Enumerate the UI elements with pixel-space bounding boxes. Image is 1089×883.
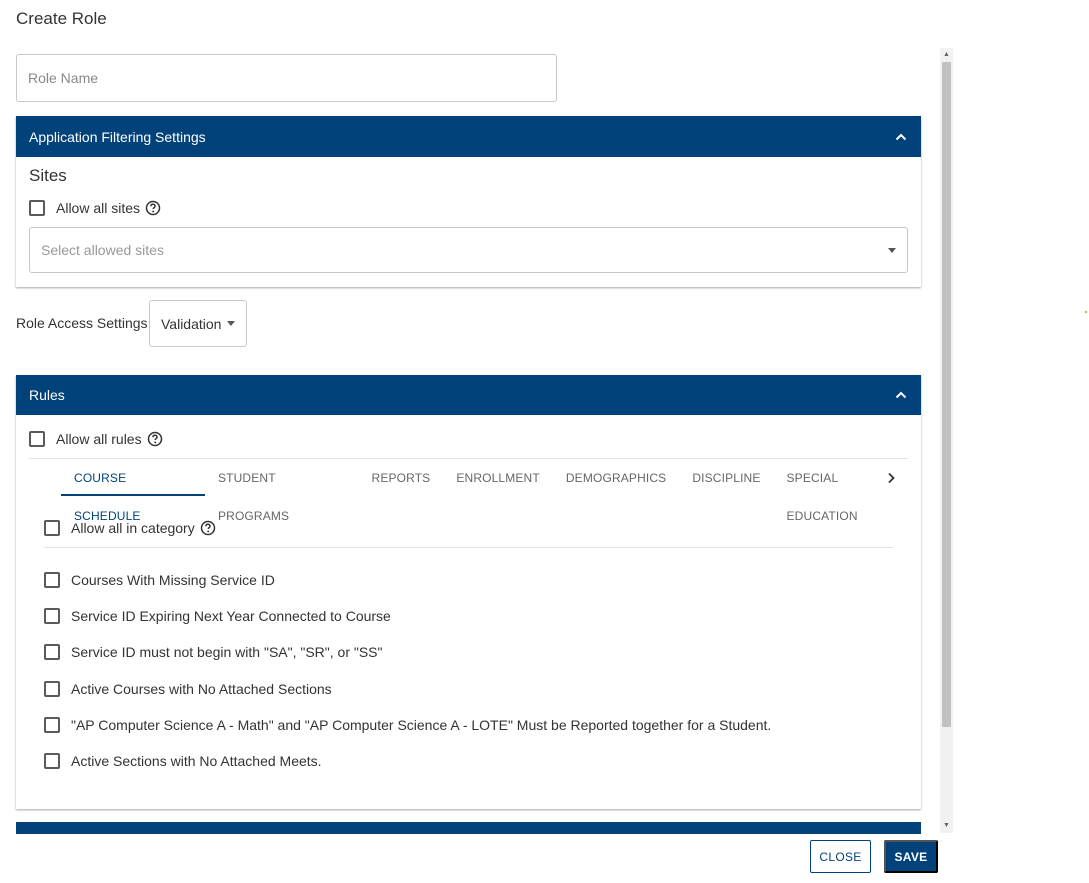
tab-discipline[interactable]: DISCIPLINE (679, 459, 773, 496)
tab-special-education[interactable]: SPECIAL EDUCATION (774, 459, 921, 523)
rule-checkbox[interactable] (44, 753, 60, 769)
decorative-dot (1085, 311, 1087, 313)
rule-label: "AP Computer Science A - Math" and "AP C… (71, 717, 772, 733)
allow-all-sites-label: Allow all sites (56, 200, 141, 216)
rule-item: "AP Computer Science A - Math" and "AP C… (44, 717, 771, 733)
chevron-up-icon[interactable] (894, 130, 908, 144)
close-button[interactable]: CLOSE (810, 840, 871, 873)
app-filtering-panel: Application Filtering Settings Sites All… (16, 116, 921, 287)
rule-checkbox[interactable] (44, 608, 60, 624)
allow-all-category-row: Allow all in category (44, 520, 216, 536)
app-filtering-title: Application Filtering Settings (29, 128, 206, 145)
role-access-label: Role Access Settings (16, 315, 148, 331)
tab-enrollment[interactable]: ENROLLMENT (443, 459, 553, 496)
tab-course-schedule[interactable]: COURSE SCHEDULE (61, 459, 205, 523)
next-panel-header[interactable] (16, 822, 921, 834)
rules-panel: Rules Allow all rules COURSE SCHEDULE ST… (16, 375, 921, 809)
divider (44, 547, 893, 548)
scroll-up-icon[interactable]: ▲ (940, 48, 953, 62)
tab-reports[interactable]: REPORTS (359, 459, 444, 496)
help-icon[interactable] (200, 520, 216, 536)
rule-label: Courses With Missing Service ID (71, 572, 275, 588)
rule-label: Active Sections with No Attached Meets. (71, 753, 322, 769)
rule-checkbox[interactable] (44, 572, 60, 588)
chevron-right-icon[interactable] (887, 471, 897, 485)
rule-label: Service ID must not begin with "SA", "SR… (71, 644, 383, 660)
rule-item: Active Sections with No Attached Meets. (44, 753, 322, 769)
caret-down-icon (227, 321, 236, 326)
allow-all-rules-checkbox[interactable] (29, 431, 45, 447)
allow-all-rules-row: Allow all rules (29, 431, 163, 447)
rule-item: Service ID must not begin with "SA", "SR… (44, 644, 383, 660)
allow-all-category-checkbox[interactable] (44, 520, 60, 536)
allow-all-category-label: Allow all in category (71, 520, 195, 536)
rule-item: Courses With Missing Service ID (44, 572, 275, 588)
rule-checkbox[interactable] (44, 717, 60, 733)
role-name-input[interactable] (16, 54, 557, 102)
caret-down-icon (888, 247, 896, 253)
help-icon[interactable] (147, 431, 163, 447)
rule-label: Active Courses with No Attached Sections (71, 681, 332, 697)
role-access-dropdown[interactable]: Validation (149, 300, 247, 347)
scroll-down-icon[interactable]: ▼ (940, 819, 953, 833)
dialog-title: Create Role (16, 9, 107, 28)
sites-title: Sites (29, 166, 67, 185)
app-filtering-header[interactable]: Application Filtering Settings (16, 116, 921, 157)
rule-checkbox[interactable] (44, 681, 60, 697)
allow-all-sites-row: Allow all sites (29, 200, 161, 216)
rule-item: Active Courses with No Attached Sections (44, 681, 332, 697)
chevron-up-icon[interactable] (894, 388, 908, 402)
tab-student-programs[interactable]: STUDENT PROGRAMS (205, 459, 359, 523)
allow-all-sites-checkbox[interactable] (29, 200, 45, 216)
allow-all-rules-label: Allow all rules (56, 431, 142, 447)
allowed-sites-placeholder: Select allowed sites (41, 242, 164, 258)
dialog-scrollbar[interactable]: ▲ ▼ (940, 48, 953, 833)
rules-title: Rules (29, 387, 65, 403)
rule-checkbox[interactable] (44, 644, 60, 660)
rules-header[interactable]: Rules (16, 375, 921, 415)
tab-demographics[interactable]: DEMOGRAPHICS (553, 459, 679, 496)
help-icon[interactable] (145, 200, 161, 216)
rule-item: Service ID Expiring Next Year Connected … (44, 608, 391, 624)
scrollbar-thumb[interactable] (942, 62, 951, 727)
rule-label: Service ID Expiring Next Year Connected … (71, 608, 391, 624)
rule-category-tabs: COURSE SCHEDULE STUDENT PROGRAMS REPORTS… (61, 459, 921, 523)
save-button[interactable]: SAVE (884, 840, 938, 873)
allowed-sites-select[interactable]: Select allowed sites (29, 227, 908, 273)
dialog-scroll-content[interactable]: Application Filtering Settings Sites All… (0, 46, 955, 834)
role-access-selected: Validation (161, 315, 222, 332)
